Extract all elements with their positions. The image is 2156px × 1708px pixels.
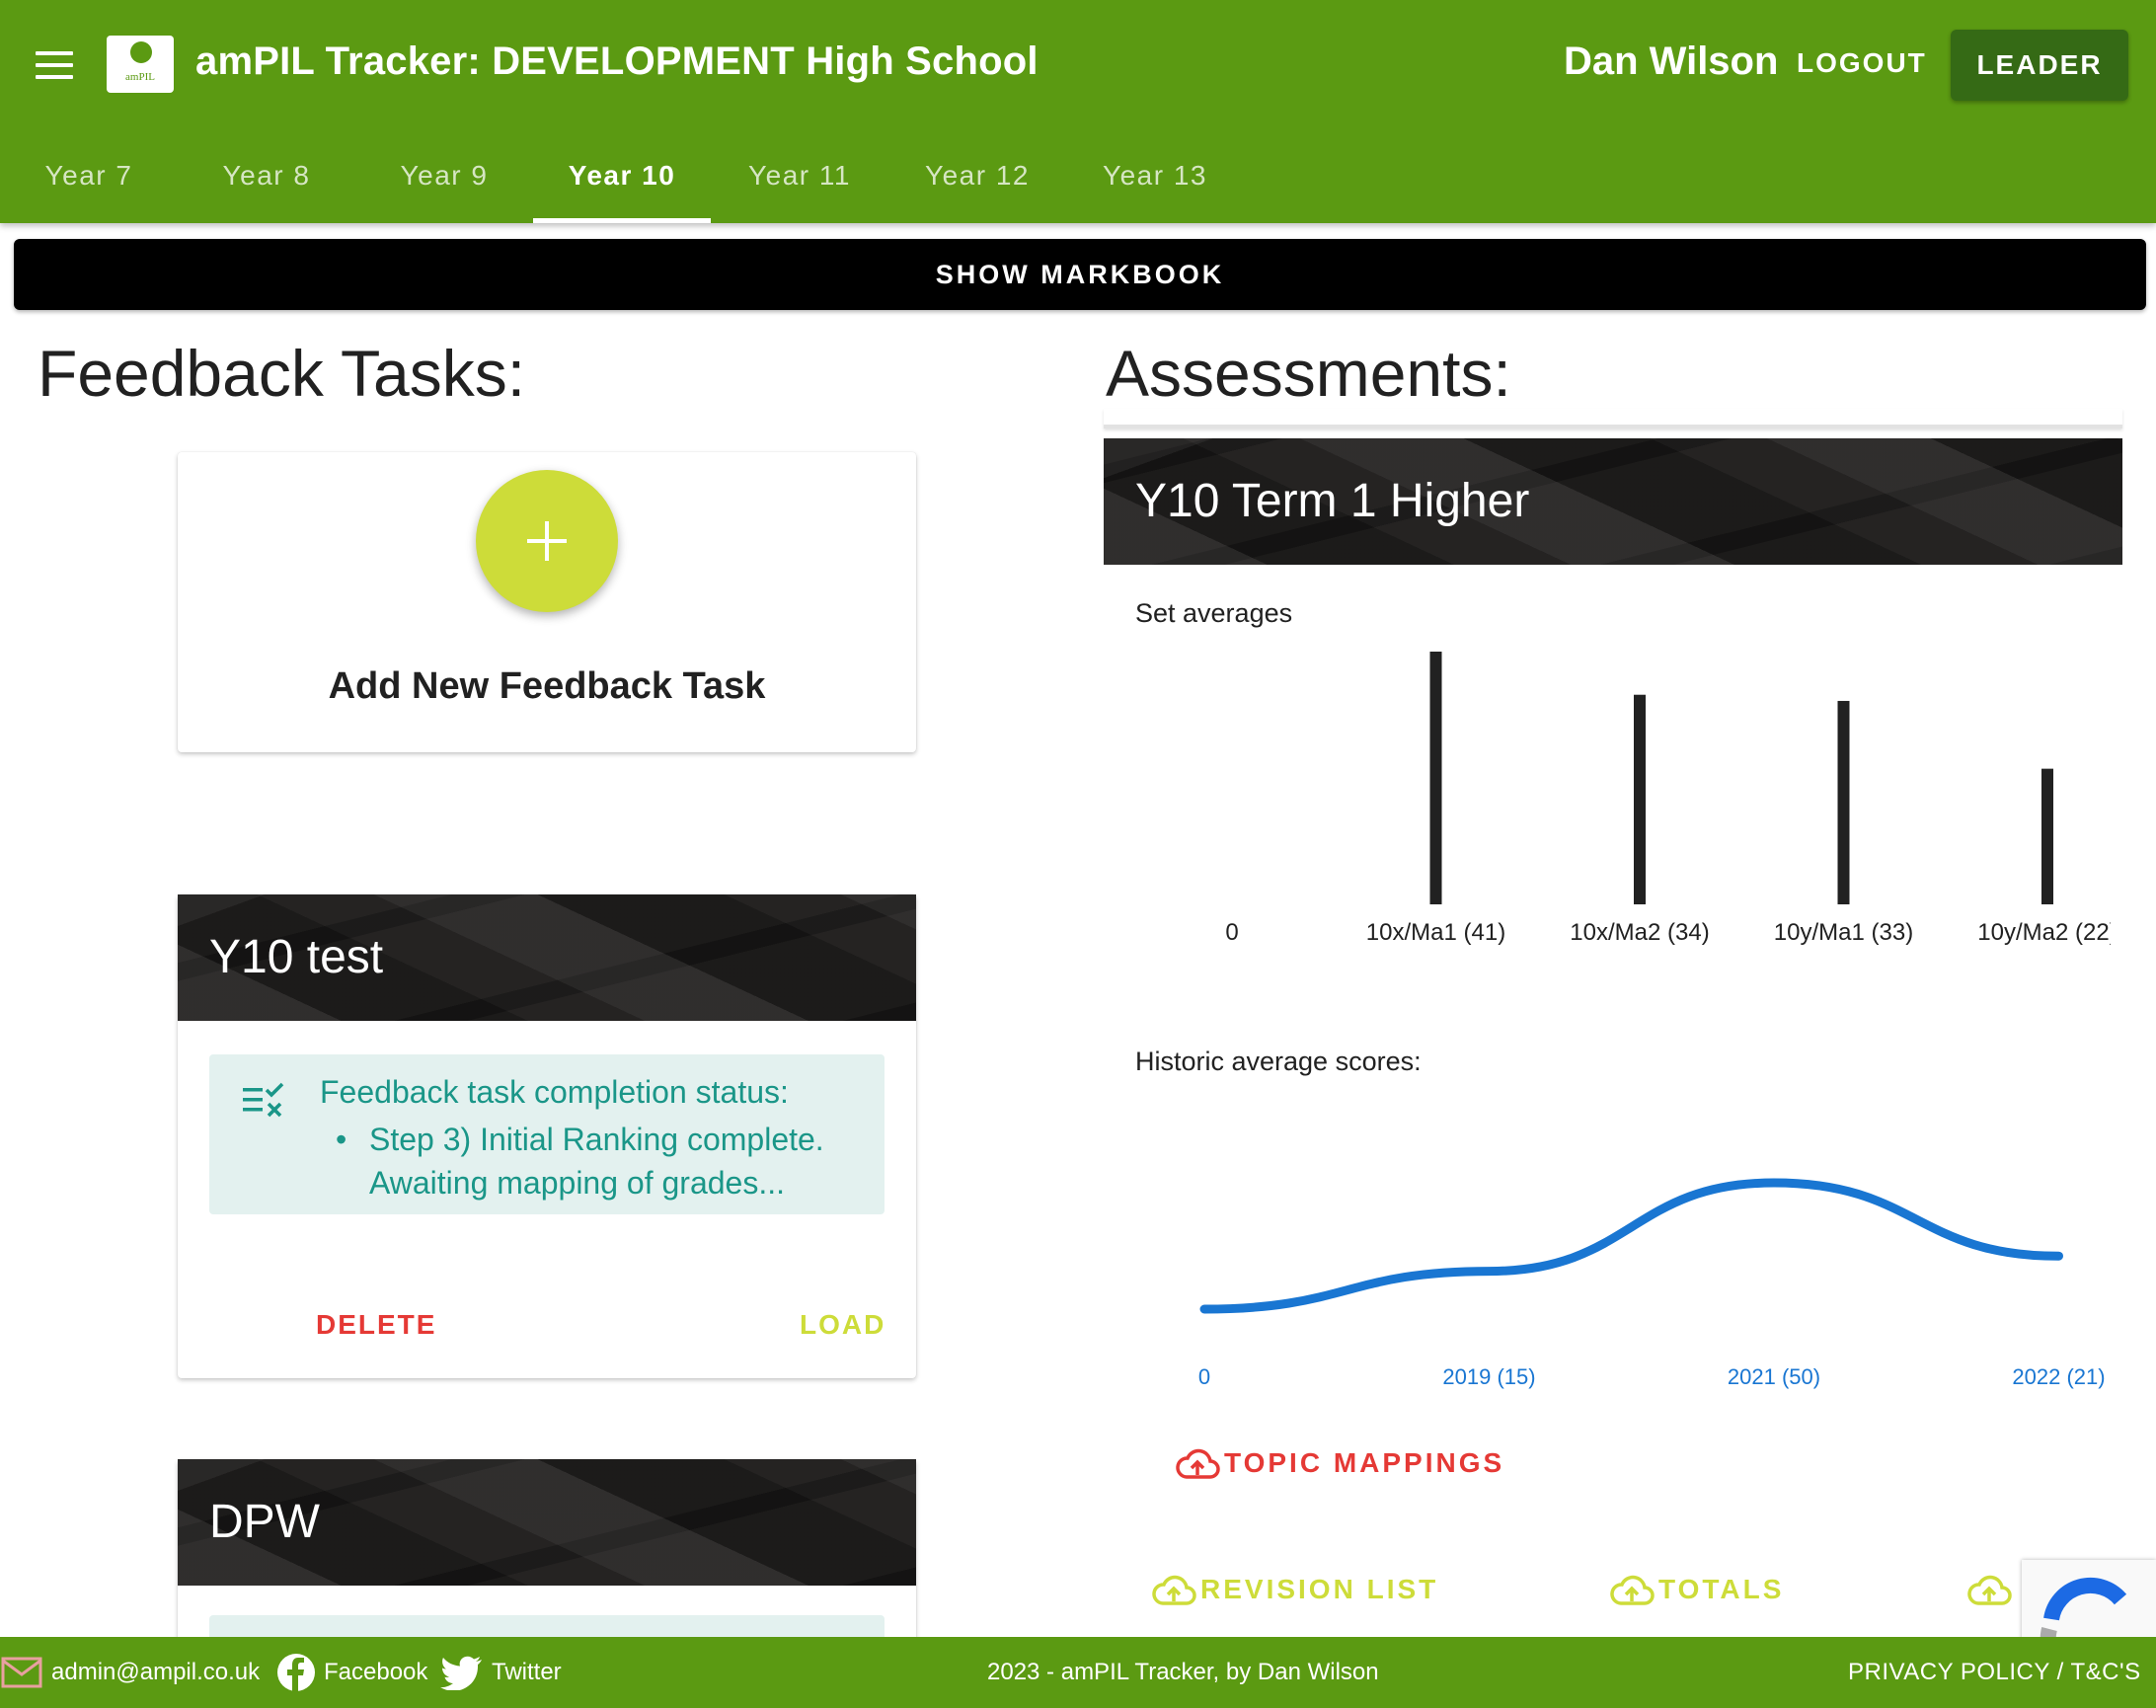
completion-status-item: • Step 3) Initial Ranking complete. Awai… (336, 1118, 851, 1204)
facebook-link[interactable]: Facebook (324, 1659, 427, 1686)
footer-facebook[interactable]: Facebook (276, 1637, 427, 1708)
line-tick-label: 2022 (21) (2012, 1364, 2105, 1389)
assessment-title: Y10 Term 1 Higher (1135, 475, 1530, 527)
footer-twitter[interactable]: Twitter (440, 1637, 562, 1708)
load-button[interactable]: LOAD (800, 1309, 886, 1341)
line-tick-label: 2021 (50) (1728, 1364, 1820, 1389)
app-bar: amPIL amPIL Tracker: DEVELOPMENT High Sc… (0, 0, 2156, 223)
task-title: Y10 test (209, 931, 384, 983)
assessment-card-header: Y10 Term 1 Higher (1104, 438, 2122, 565)
topic-mappings-label: TOPIC MAPPINGS (1224, 1447, 1505, 1478)
bar-tick-label: 0 (1225, 919, 1238, 946)
completion-status-text: Step 3) Initial Ranking complete. Awaiti… (369, 1122, 824, 1201)
historic-scores-chart: 0 2019 (15) 2021 (50) 2022 (21) (1198, 1178, 2106, 1389)
email-link[interactable]: admin@ampil.co.uk (51, 1659, 260, 1686)
completion-status-box: Feedback task completion status: • Step … (209, 1054, 885, 1214)
set-averages-chart: 0 10x/Ma1 (41) 10x/Ma2 (34) 10y/Ma1 (33) 10y… (1225, 652, 2111, 946)
tab-year-7[interactable]: Year 7 (0, 138, 178, 223)
bar-tick-label: 10x/Ma1 (41) (1366, 919, 1505, 946)
checklist-icon (243, 1082, 284, 1118)
bullet-icon: • (336, 1122, 347, 1157)
task-title: DPW (209, 1496, 320, 1548)
leader-button[interactable]: LEADER (1951, 30, 2128, 101)
line-tick-label: 0 (1198, 1364, 1210, 1389)
totals-button[interactable]: TOTALS (1609, 1572, 1784, 1607)
footer: admin@ampil.co.uk Facebook Twitter 2023 … (0, 1637, 2156, 1708)
assessment-card: Y10 Term 1 Higher Set averages 0 10x/Ma1 … (1104, 438, 2122, 1708)
twitter-link[interactable]: Twitter (492, 1659, 562, 1686)
tab-year-13[interactable]: Year 13 (1066, 138, 1244, 223)
bar (1429, 652, 1442, 904)
add-feedback-task-card: Add New Feedback Task (178, 452, 916, 752)
cloud-upload-icon (1152, 1575, 1196, 1605)
totals-label: TOTALS (1658, 1574, 1785, 1604)
tab-year-9[interactable]: Year 9 (355, 138, 533, 223)
feedback-task-card: Y10 test Feedback task completion status… (178, 894, 916, 1378)
page: amPIL amPIL Tracker: DEVELOPMENT High Sc… (0, 0, 2156, 1708)
year-tabs: Year 7 Year 8 Year 9 Year 10 Year 11 Yea… (0, 138, 1244, 223)
topic-mappings-button[interactable]: TOPIC MAPPINGS (1175, 1445, 1504, 1481)
logo-mark (130, 41, 152, 63)
bar-tick-label: 10x/Ma2 (34) (1570, 919, 1709, 946)
bar-tick-label: 10y/Ma2 (22) (1977, 919, 2111, 946)
logo: amPIL (107, 36, 174, 93)
line-tick-label: 2019 (15) (1442, 1364, 1535, 1389)
feedback-tasks-title: Feedback Tasks: (38, 337, 526, 410)
historic-scores-label: Historic average scores: (1135, 1047, 1422, 1076)
bar-tick-label: 10y/Ma1 (33) (1774, 919, 1913, 946)
mail-icon (1, 1657, 42, 1688)
twitter-icon (440, 1656, 482, 1690)
footer-email[interactable]: admin@ampil.co.uk (0, 1637, 260, 1708)
bar (1837, 700, 1850, 904)
cloud-upload-icon (1176, 1448, 1220, 1479)
logout-button[interactable]: LOGOUT (1797, 47, 1927, 79)
menu-icon[interactable] (36, 51, 73, 79)
bar (2041, 768, 2053, 904)
task-card-header: Y10 test (178, 894, 916, 1021)
revision-list-label: REVISION LIST (1200, 1574, 1439, 1604)
assessments-divider (1104, 409, 2122, 428)
user-name: Dan Wilson (1564, 39, 1779, 83)
delete-button[interactable]: DELETE (316, 1309, 436, 1341)
add-feedback-task-label: Add New Feedback Task (328, 665, 766, 707)
tab-year-11[interactable]: Year 11 (711, 138, 888, 223)
privacy-policy-link[interactable]: PRIVACY POLICY / T&C'S (1848, 1637, 2141, 1708)
assessments-title: Assessments: (1106, 337, 1511, 410)
app-title: amPIL Tracker: DEVELOPMENT High School (195, 39, 1039, 83)
set-averages-label: Set averages (1135, 598, 1293, 628)
cloud-upload-icon (1967, 1575, 2012, 1605)
bar (1634, 694, 1646, 904)
facebook-icon (277, 1654, 315, 1691)
footer-credit: 2023 - amPIL Tracker, by Dan Wilson (987, 1659, 1379, 1685)
series-line (1199, 1178, 2063, 1314)
cut-off-upload-button[interactable] (1966, 1572, 2016, 1607)
show-markbook-button[interactable]: SHOW MARKBOOK (14, 239, 2146, 310)
cloud-upload-icon (1610, 1575, 1655, 1605)
tab-year-10[interactable]: Year 10 (533, 138, 711, 223)
task-card-header: DPW (178, 1459, 916, 1586)
revision-list-button[interactable]: REVISION LIST (1151, 1572, 1438, 1607)
completion-status-title: Feedback task completion status: (320, 1074, 789, 1110)
tab-year-8[interactable]: Year 8 (178, 138, 355, 223)
logo-text: amPIL (125, 71, 155, 83)
add-feedback-task-button[interactable] (476, 470, 618, 612)
tab-year-12[interactable]: Year 12 (888, 138, 1066, 223)
